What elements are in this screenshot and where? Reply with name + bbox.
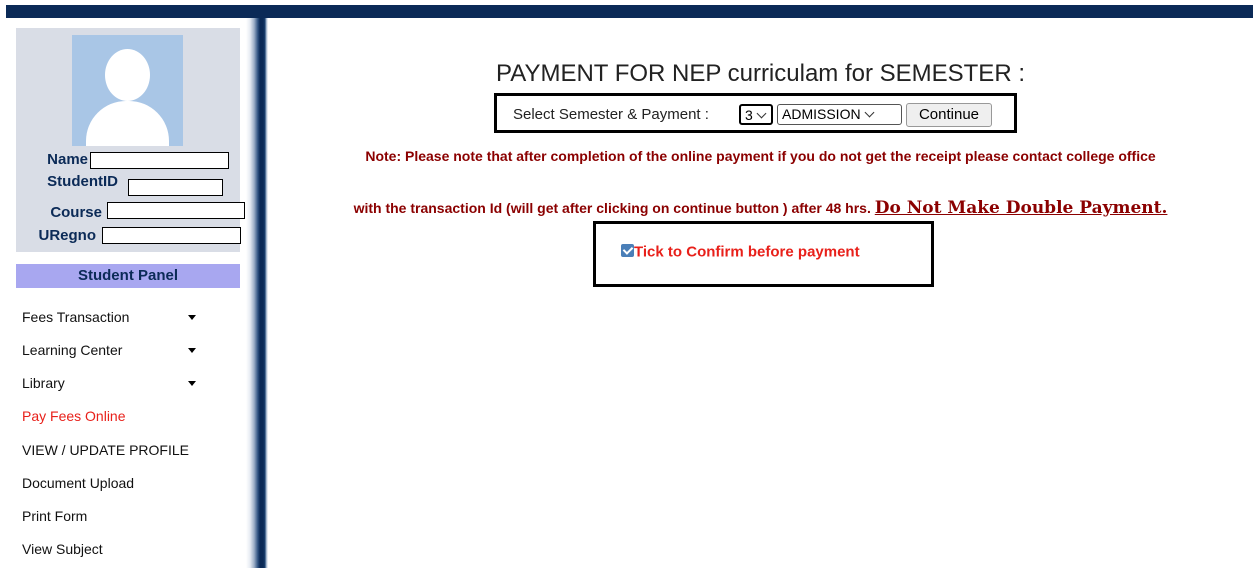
student-panel-title: Student Panel: [16, 264, 240, 288]
sidebar-item-label: Fees Transaction: [22, 309, 130, 325]
payment-note-line2: with the transaction Id (will get after …: [268, 198, 1253, 218]
studentid-label: StudentID: [47, 173, 118, 190]
semester-select-value: 3: [745, 107, 753, 123]
studentid-field: [128, 179, 223, 196]
confirm-row[interactable]: Tick to Confirm before payment: [621, 243, 860, 261]
name-field: [90, 152, 229, 169]
semester-select[interactable]: 3: [739, 104, 773, 125]
chevron-down-icon: [864, 107, 875, 118]
sidebar-item-view-subject[interactable]: View Subject: [22, 539, 103, 559]
avatar-shoulders: [86, 101, 169, 146]
double-payment-warning: Do Not Make Double Payment.: [874, 198, 1168, 218]
confirm-checkbox[interactable]: [621, 244, 634, 258]
sidebar-item-learning-center[interactable]: Learning Center: [22, 340, 196, 360]
profile-card: Name StudentID Course URegno: [16, 28, 245, 252]
semester-payment-selector: Select Semester & Payment : 3 ADMISSION …: [494, 93, 1017, 133]
avatar-head: [105, 49, 150, 101]
page-title: PAYMENT FOR NEP curriculam for SEMESTER …: [496, 60, 1025, 87]
payment-type-select[interactable]: ADMISSION: [777, 104, 902, 125]
sidebar-item-label: Library: [22, 375, 65, 391]
sidebar-item-view-update-profile[interactable]: VIEW / UPDATE PROFILE: [22, 440, 189, 460]
payment-note: Note: Please note that after completion …: [268, 146, 1253, 167]
top-banner: [0, 0, 1253, 18]
caret-down-icon: [188, 315, 196, 320]
top-banner-bar: [6, 5, 1253, 18]
uregno-label: URegno: [38, 227, 97, 244]
vertical-divider: [246, 18, 268, 568]
select-label: Select Semester & Payment :: [513, 106, 709, 123]
sidebar-item-document-upload[interactable]: Document Upload: [22, 473, 134, 493]
payment-note-text: Note: Please note that after completion …: [365, 148, 1156, 164]
uregno-field: [102, 227, 241, 244]
sidebar-item-label: Learning Center: [22, 342, 123, 358]
avatar-icon: [72, 35, 183, 146]
main-content: PAYMENT FOR NEP curriculam for SEMESTER …: [268, 18, 1253, 568]
confirm-label: Tick to Confirm before payment: [634, 243, 860, 261]
sidebar-item-library[interactable]: Library: [22, 373, 196, 393]
name-label: Name: [47, 151, 88, 168]
continue-button[interactable]: Continue: [906, 103, 992, 127]
course-field: [107, 202, 245, 219]
payment-type-value: ADMISSION: [782, 106, 861, 122]
sidebar-item-fees-transaction[interactable]: Fees Transaction: [22, 307, 196, 327]
payment-note-transaction: with the transaction Id (will get after …: [353, 200, 871, 216]
caret-down-icon: [188, 381, 196, 386]
sidebar-item-pay-fees-online[interactable]: Pay Fees Online: [22, 406, 126, 426]
sidebar-item-print-form[interactable]: Print Form: [22, 506, 87, 526]
confirm-box: Tick to Confirm before payment: [593, 221, 934, 287]
course-label: Course: [50, 204, 102, 221]
chevron-down-icon: [756, 108, 767, 119]
caret-down-icon: [188, 348, 196, 353]
